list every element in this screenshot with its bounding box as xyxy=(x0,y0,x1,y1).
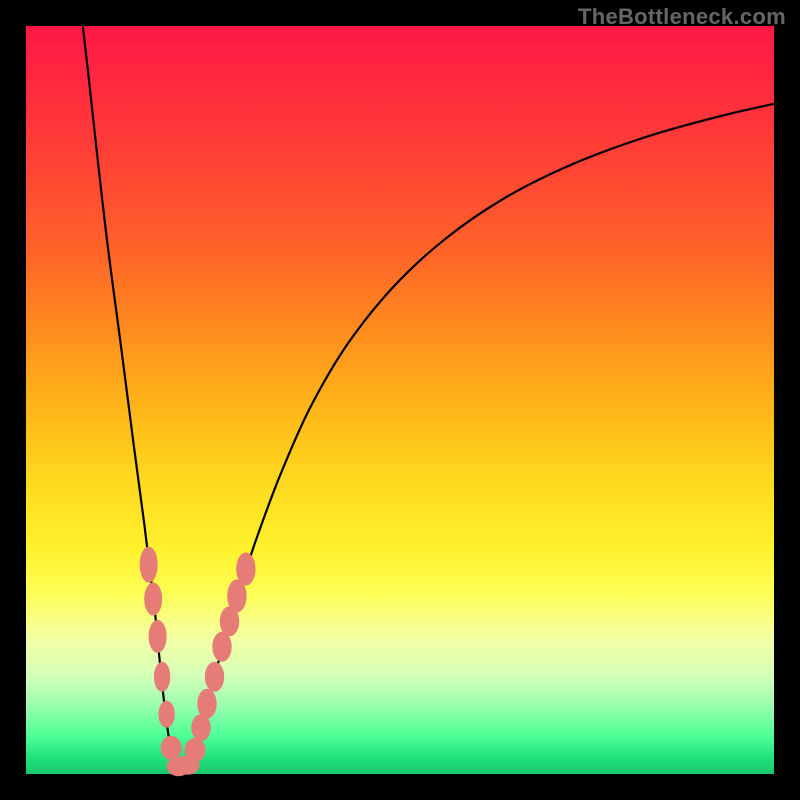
zone-marker xyxy=(149,620,167,653)
watermark-text: TheBottleneck.com xyxy=(578,4,786,30)
plot-area xyxy=(26,26,774,774)
zone-marker xyxy=(144,583,162,616)
zone-marker xyxy=(236,553,255,586)
zone-marker xyxy=(205,662,224,692)
zone-marker xyxy=(154,662,170,692)
zone-marker xyxy=(197,689,216,719)
curve-layer xyxy=(26,26,774,774)
chart-frame: TheBottleneck.com xyxy=(0,0,800,800)
bottleneck-curve xyxy=(83,26,774,770)
zone-marker xyxy=(158,701,174,728)
zone-marker xyxy=(140,547,158,583)
zone-markers xyxy=(140,547,256,777)
zone-marker xyxy=(161,736,182,760)
zone-marker xyxy=(185,738,206,762)
